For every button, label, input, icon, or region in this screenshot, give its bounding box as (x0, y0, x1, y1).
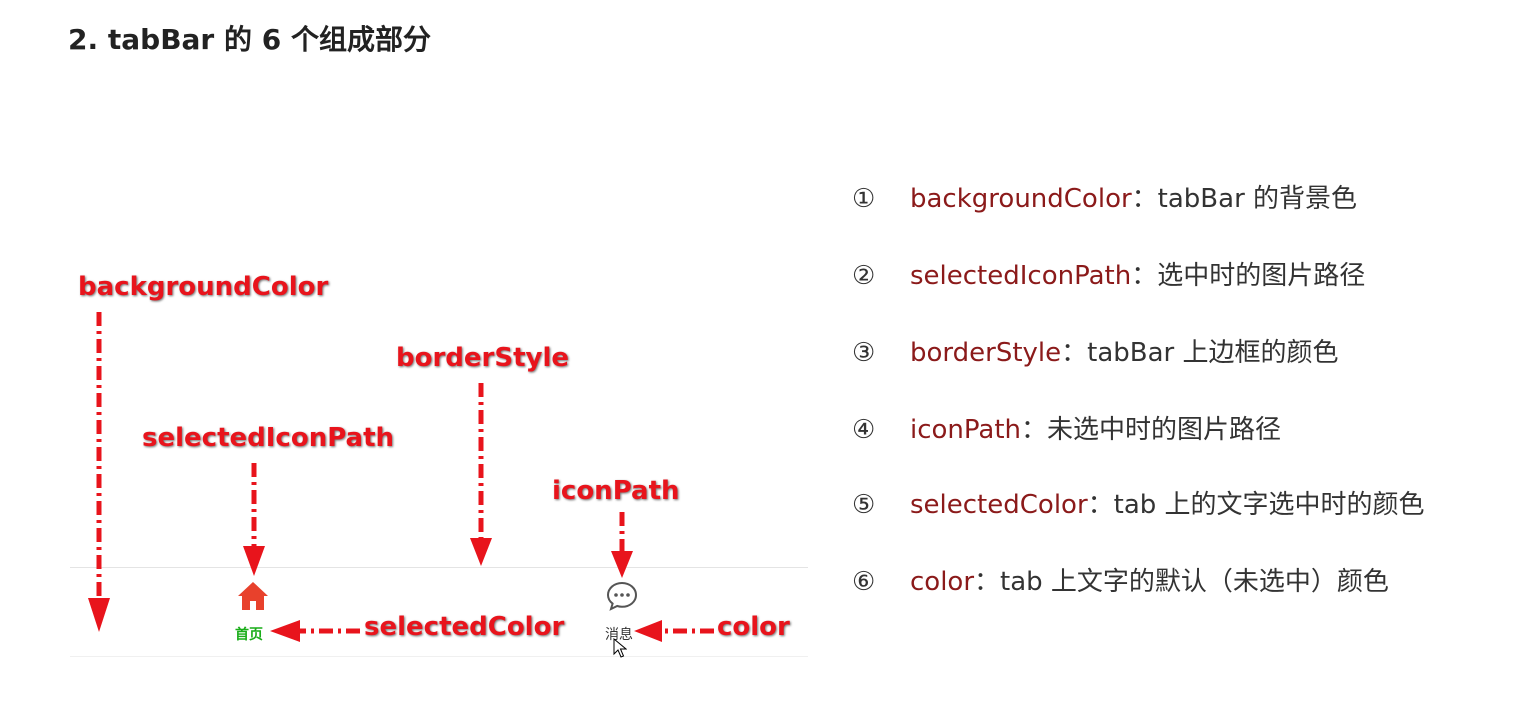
list-item: ④ iconPath：未选中时的图片路径 (852, 415, 1282, 445)
list-item: ③ borderStyle：tabBar 上边框的颜色 (852, 338, 1339, 368)
label-selectedColor: selectedColor (364, 612, 565, 642)
label-backgroundColor: backgroundColor (78, 272, 329, 302)
label-selectedIconPath: selectedIconPath (142, 423, 395, 453)
label-borderStyle: borderStyle (396, 343, 570, 373)
list-item: ⑤ selectedColor：tab 上的文字选中时的颜色 (852, 490, 1425, 520)
label-iconPath: iconPath (552, 476, 680, 506)
list-item: ① backgroundColor：tabBar 的背景色 (852, 184, 1358, 214)
list-item: ② selectedIconPath：选中时的图片路径 (852, 261, 1366, 291)
list-item: ⑥ color：tab 上文字的默认（未选中）颜色 (852, 567, 1389, 597)
label-color: color (717, 612, 790, 642)
